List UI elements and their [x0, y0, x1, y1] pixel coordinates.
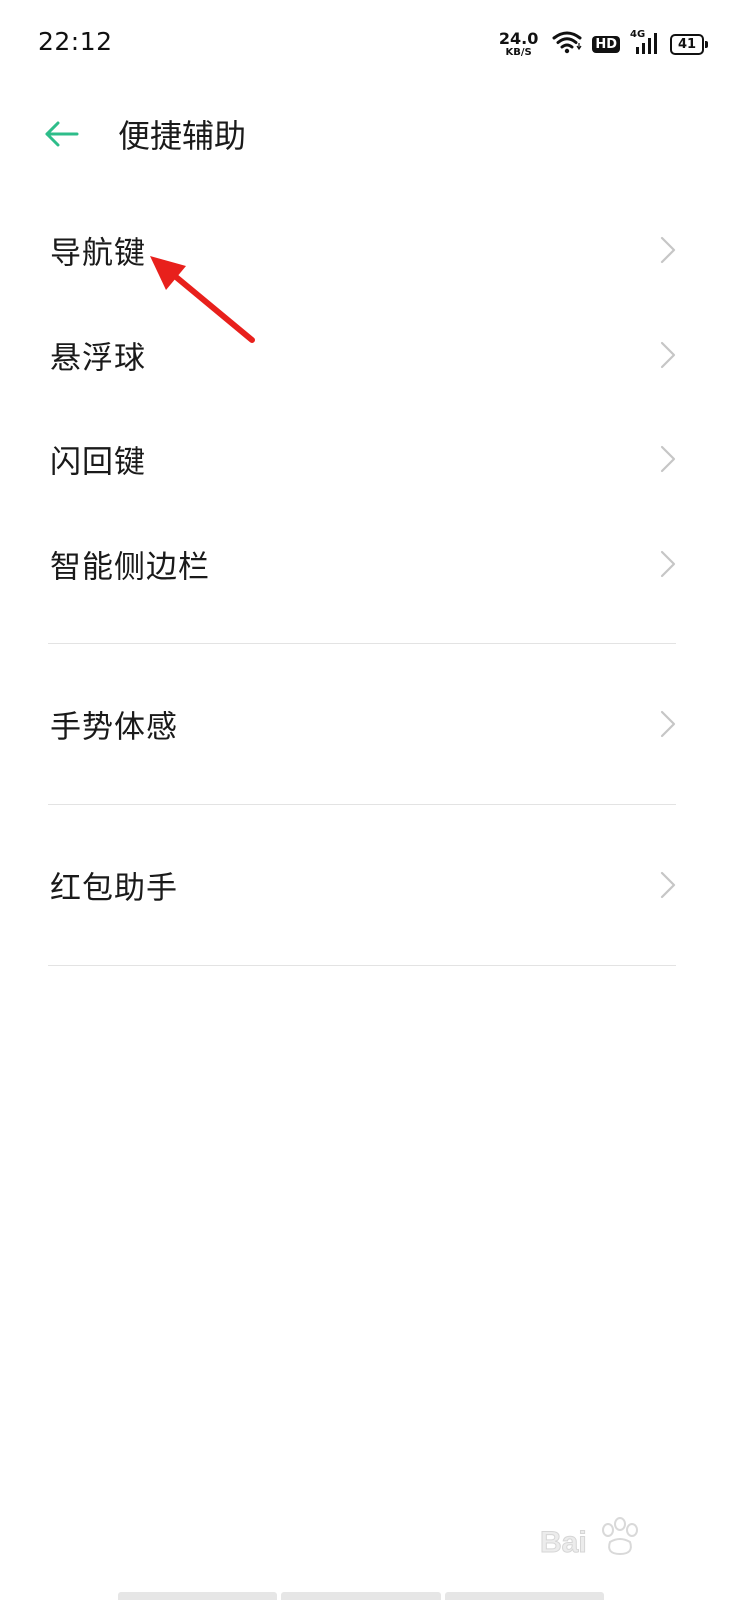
network-speed-unit: KB/S	[505, 46, 532, 58]
network-speed: 24.0 KB/S	[498, 28, 539, 58]
hd-badge: HD	[592, 35, 620, 53]
gesture-bar-segment	[281, 1592, 441, 1600]
chevron-right-icon	[658, 235, 678, 265]
battery-tip	[705, 40, 708, 48]
status-icons: 24.0 KB/S HD 4G 41	[499, 28, 708, 60]
status-time: 22:12	[38, 27, 113, 56]
back-button[interactable]	[36, 114, 86, 158]
status-bar: 22:12 24.0 KB/S HD 4G 41	[0, 0, 738, 90]
chevron-right-icon	[658, 870, 678, 900]
chevron-right-icon	[658, 709, 678, 739]
menu-item-flashback-key[interactable]: 闪回键	[0, 409, 738, 509]
annotation-arrow	[140, 250, 270, 350]
app-header: 便捷辅助	[0, 100, 738, 172]
menu-item-label: 悬浮球	[50, 340, 146, 377]
cellular-signal-icon: 4G	[630, 29, 660, 56]
bottom-gesture-bar	[118, 1592, 604, 1600]
battery-icon: 41	[670, 33, 708, 55]
arrow-left-icon	[41, 119, 81, 153]
wifi-icon	[552, 30, 582, 58]
menu-item-red-packet-assistant[interactable]: 红包助手	[0, 835, 738, 935]
section-divider	[48, 965, 676, 966]
chevron-right-icon	[658, 340, 678, 370]
menu-item-label: 导航键	[50, 235, 146, 272]
menu-item-label: 闪回键	[50, 444, 146, 481]
gesture-bar-segment	[118, 1592, 278, 1600]
menu-item-floating-ball[interactable]: 悬浮球	[0, 305, 738, 405]
menu-item-navigation-keys[interactable]: 导航键	[0, 200, 738, 300]
page-title: 便捷辅助	[118, 117, 247, 155]
chevron-right-icon	[658, 444, 678, 474]
section-divider	[48, 643, 676, 644]
menu-item-label: 红包助手	[50, 870, 178, 907]
section-divider	[48, 804, 676, 805]
gesture-bar-segment	[444, 1592, 604, 1600]
svg-text:Bai: Bai	[540, 1526, 587, 1559]
menu-item-label: 智能侧边栏	[50, 549, 210, 586]
menu-item-label: 手势体感	[50, 709, 178, 746]
network-speed-value: 24.0	[498, 28, 539, 48]
chevron-right-icon	[658, 549, 678, 579]
watermark-logo: Bai	[538, 1510, 688, 1570]
menu-item-smart-sidebar[interactable]: 智能侧边栏	[0, 514, 738, 614]
menu-item-gesture-motion[interactable]: 手势体感	[0, 674, 738, 774]
battery-level: 41	[670, 33, 704, 55]
